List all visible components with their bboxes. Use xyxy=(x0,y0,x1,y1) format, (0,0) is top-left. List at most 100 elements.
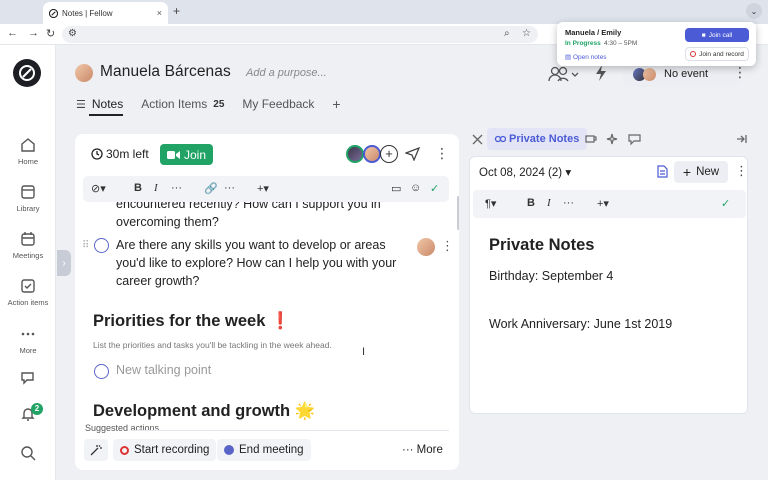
search-icon xyxy=(21,446,36,461)
comment-icon[interactable]: ▭ xyxy=(391,182,401,195)
add-tab-button[interactable]: + xyxy=(332,96,340,112)
record-icon xyxy=(120,445,129,455)
more-format-icon[interactable]: ··· xyxy=(563,197,574,209)
purpose-input[interactable]: Add a purpose... xyxy=(246,67,327,79)
start-recording-button[interactable]: Start recording xyxy=(113,439,217,461)
more-format-icon[interactable]: ··· xyxy=(171,182,182,194)
reload-icon[interactable]: ↻ xyxy=(46,27,55,40)
popup-open-notes-link[interactable]: ▤ Open notes xyxy=(565,53,607,61)
rail-item-feedback[interactable] xyxy=(0,369,56,390)
section-title-priorities: Priorities for the week ❗ xyxy=(93,312,291,330)
join-and-record-button[interactable]: Join and record xyxy=(685,47,749,61)
notes-card: 30m left Join + ⋮ ⊘▾ B I ··· 🔗 ··· +▾ ▭ … xyxy=(75,134,459,470)
feedback-icon[interactable] xyxy=(628,133,642,145)
notes-kebab-icon[interactable]: ⋮ xyxy=(435,145,449,162)
browser-tab-title: Notes | Fellow xyxy=(62,8,113,18)
private-note-line: Birthday: September 4 xyxy=(489,269,614,283)
date-selector[interactable]: Oct 08, 2024 (2) ▾ xyxy=(479,165,571,179)
text-cursor-icon: I xyxy=(362,346,366,358)
editor-scrollbar[interactable] xyxy=(457,196,459,230)
drag-handle-icon[interactable]: ⠿ xyxy=(82,240,89,251)
lightning-icon[interactable] xyxy=(594,64,608,82)
popup-meeting-title: Manuela / Emily xyxy=(565,28,622,37)
emoji-icon[interactable]: ☺ xyxy=(410,182,421,194)
add-attendee-icon[interactable]: + xyxy=(380,145,398,163)
insert-icon[interactable]: +▾ xyxy=(597,197,609,210)
sparkle-icon[interactable] xyxy=(606,133,619,145)
private-kebab-icon[interactable]: ⋮ xyxy=(735,163,748,179)
site-settings-icon[interactable]: ⚙ xyxy=(68,28,77,39)
magic-wand-button[interactable] xyxy=(84,439,108,461)
rail-item-label: Home xyxy=(17,157,38,166)
rail-item-notifications[interactable] xyxy=(0,405,56,426)
attendees-icon[interactable] xyxy=(548,66,580,82)
forward-icon[interactable]: → xyxy=(28,27,39,39)
talking-point-checkbox[interactable] xyxy=(94,238,109,253)
private-notes-editor[interactable]: Private Notes Birthday: September 4 Work… xyxy=(473,218,746,412)
sidebar-toggle[interactable]: › xyxy=(57,250,71,276)
tab-action-items[interactable]: Action Items 25 xyxy=(141,97,224,111)
checklist-icon[interactable]: ⊘▾ xyxy=(91,182,106,195)
private-notes-title: Private Notes xyxy=(489,236,595,254)
join-button[interactable]: Join xyxy=(160,144,213,165)
new-talking-point-input[interactable]: New talking point xyxy=(116,363,211,377)
join-call-button[interactable]: ■ Join call xyxy=(685,28,749,42)
insert-icon[interactable]: +▾ xyxy=(257,182,269,195)
notes-editor[interactable]: encountered recently? How can I support … xyxy=(75,202,459,424)
new-tab-button[interactable]: + xyxy=(173,4,180,18)
more-actions-button[interactable]: ··· More xyxy=(395,439,450,461)
talking-point-text[interactable]: Are there any skills you want to develop… xyxy=(116,236,396,290)
header-tabs: ☰ Notes Action Items 25 My Feedback + xyxy=(76,96,359,112)
back-icon[interactable]: ← xyxy=(7,27,18,39)
collapse-panel-icon[interactable] xyxy=(735,133,747,145)
send-icon[interactable] xyxy=(405,147,420,161)
fellow-logo[interactable] xyxy=(13,59,41,87)
avatar xyxy=(346,145,364,163)
tab-notes[interactable]: Notes xyxy=(92,97,123,111)
library-icon xyxy=(21,185,35,199)
rail-item-more[interactable]: More xyxy=(0,325,56,355)
coffee-icon[interactable] xyxy=(584,133,597,145)
link-icon[interactable]: 🔗 xyxy=(204,182,218,195)
video-icon xyxy=(166,150,180,159)
address-bar[interactable]: ⚙ ⌕ ☆ xyxy=(62,26,538,43)
tab-my-feedback[interactable]: My Feedback xyxy=(242,97,314,111)
zoom-icon[interactable]: ⌕ xyxy=(504,28,510,39)
section-hint: List the priorities and tasks you'll be … xyxy=(93,340,332,350)
rail-item-search[interactable] xyxy=(0,444,56,465)
new-note-button[interactable]: + New xyxy=(674,161,728,183)
avatar xyxy=(643,67,656,81)
check-circle-icon xyxy=(224,445,234,455)
rail-item-home[interactable]: Home xyxy=(0,136,56,166)
avatar xyxy=(363,145,381,163)
end-meeting-button[interactable]: End meeting xyxy=(217,439,311,461)
tools-icon[interactable] xyxy=(471,133,484,146)
more-insert-icon[interactable]: ··· xyxy=(224,182,235,194)
bold-icon[interactable]: B xyxy=(527,197,535,209)
private-notes-tab[interactable]: Private Notes xyxy=(487,128,588,150)
bold-icon[interactable]: B xyxy=(134,182,142,194)
italic-icon[interactable]: I xyxy=(154,182,158,194)
italic-icon[interactable]: I xyxy=(547,197,551,209)
browser-tab[interactable]: Notes | Fellow × xyxy=(43,2,168,24)
list-icon: ☰ xyxy=(76,98,86,111)
rail-item-action-items[interactable]: Action items xyxy=(0,277,56,307)
page-title: Manuela Bárcenas xyxy=(100,63,231,80)
popup-status: In Progress xyxy=(565,40,601,47)
rail-item-label: More xyxy=(19,346,37,355)
bookmark-star-icon[interactable]: ☆ xyxy=(522,28,531,39)
magic-wand-icon xyxy=(90,444,102,455)
new-talking-point-checkbox[interactable] xyxy=(94,364,109,379)
rail-item-meetings[interactable]: Meetings xyxy=(0,230,56,260)
document-icon[interactable] xyxy=(657,165,668,178)
rail-item-library[interactable]: Library xyxy=(0,183,56,213)
header-kebab-icon[interactable]: ⋮ xyxy=(733,64,747,81)
paragraph-icon[interactable]: ¶▾ xyxy=(485,197,496,210)
format-toolbar: ⊘▾ B I ··· 🔗 ··· +▾ ▭ ☺ ✓ xyxy=(83,176,449,202)
item-kebab-icon[interactable]: ⋮ xyxy=(441,238,454,254)
tab-close-icon[interactable]: × xyxy=(157,8,162,18)
tab-search-button[interactable]: ⌄ xyxy=(746,3,762,19)
feedback-icon xyxy=(21,372,34,385)
notifications-badge: 2 xyxy=(31,403,43,415)
avatar xyxy=(75,64,93,82)
